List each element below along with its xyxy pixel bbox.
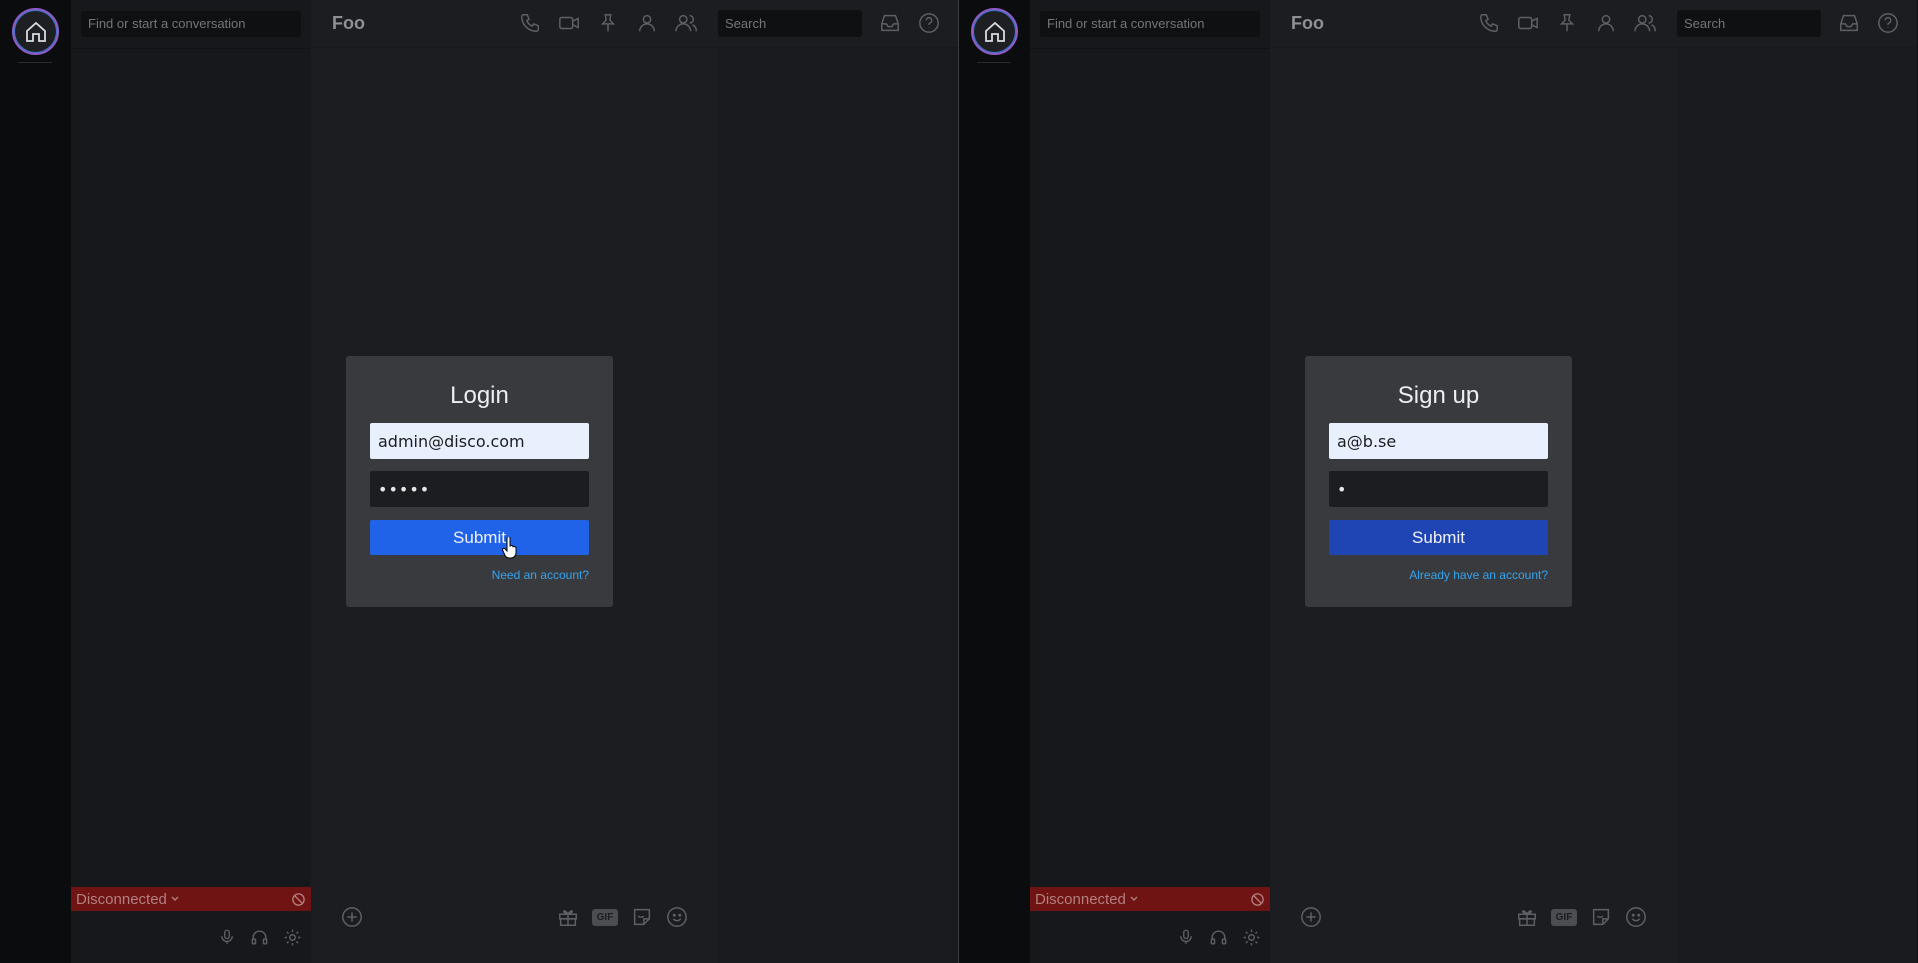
pin-icon[interactable] xyxy=(597,12,619,34)
connection-status-label: Disconnected xyxy=(1035,890,1126,908)
gif-button[interactable]: GIF xyxy=(1551,908,1577,926)
server-rail xyxy=(0,0,71,963)
gift-icon[interactable] xyxy=(1516,906,1538,928)
gear-icon[interactable] xyxy=(1242,928,1261,947)
block-icon[interactable] xyxy=(1250,892,1265,907)
pin-icon[interactable] xyxy=(1556,12,1578,34)
emoji-icon[interactable] xyxy=(666,906,688,928)
headphones-icon[interactable] xyxy=(250,928,269,947)
sidebar-divider xyxy=(71,48,311,49)
inbox-icon[interactable] xyxy=(1838,12,1860,34)
rail-divider xyxy=(18,62,52,63)
email-field[interactable] xyxy=(370,423,589,459)
home-icon xyxy=(25,21,46,42)
video-icon[interactable] xyxy=(558,12,580,34)
header-utility xyxy=(879,12,940,34)
connection-status[interactable]: Disconnected xyxy=(76,891,180,908)
message-composer: GIF xyxy=(331,897,698,937)
home-icon xyxy=(984,21,1005,42)
emoji-icon[interactable] xyxy=(1625,906,1647,928)
users-icon[interactable] xyxy=(675,12,697,34)
user-icon[interactable] xyxy=(636,12,658,34)
sidebar-divider xyxy=(1030,48,1270,49)
right-pane: Disconnected Foo xyxy=(959,0,1917,963)
header-utility xyxy=(1838,12,1899,34)
password-field[interactable] xyxy=(370,471,589,507)
gift-icon[interactable] xyxy=(557,906,579,928)
modal-title: Sign up xyxy=(1397,382,1480,409)
members-panel xyxy=(718,48,958,963)
channel-sidebar xyxy=(71,0,311,963)
submit-button[interactable]: Submit xyxy=(370,520,589,555)
user-controls xyxy=(1030,911,1270,963)
message-search-input[interactable] xyxy=(1677,10,1821,37)
gif-button[interactable]: GIF xyxy=(592,908,618,926)
submit-button[interactable]: Submit xyxy=(1329,520,1548,555)
mic-icon[interactable] xyxy=(1177,928,1195,946)
headphones-icon[interactable] xyxy=(1209,928,1228,947)
have-account-link[interactable]: Already have an account? xyxy=(1409,568,1548,582)
modal-title: Login xyxy=(450,382,509,409)
inbox-icon[interactable] xyxy=(879,12,901,34)
home-button[interactable] xyxy=(12,8,59,55)
gear-icon[interactable] xyxy=(283,928,302,947)
header-actions xyxy=(519,12,697,34)
chevron-down-icon xyxy=(171,896,179,901)
mic-icon[interactable] xyxy=(218,928,236,946)
left-pane: Disconnected Foo xyxy=(0,0,959,963)
message-search-input[interactable] xyxy=(718,10,862,37)
conversation-search-input[interactable] xyxy=(81,11,301,37)
home-button[interactable] xyxy=(971,8,1018,55)
help-icon[interactable] xyxy=(1877,12,1899,34)
sticker-icon[interactable] xyxy=(1590,906,1612,928)
sticker-icon[interactable] xyxy=(631,906,653,928)
connection-status-bar[interactable]: Disconnected xyxy=(1030,887,1270,911)
channel-title: Foo xyxy=(1291,13,1324,33)
rail-divider xyxy=(977,62,1011,63)
password-field[interactable] xyxy=(1329,471,1548,507)
phone-icon[interactable] xyxy=(1478,12,1500,34)
chevron-down-icon xyxy=(1130,896,1138,901)
message-composer: GIF xyxy=(1290,897,1657,937)
channel-title: Foo xyxy=(332,13,365,33)
phone-icon[interactable] xyxy=(519,12,541,34)
block-icon[interactable] xyxy=(291,892,306,907)
need-account-link[interactable]: Need an account? xyxy=(492,568,589,582)
help-icon[interactable] xyxy=(918,12,940,34)
add-icon[interactable] xyxy=(1300,906,1322,928)
hand-cursor-icon xyxy=(502,537,517,559)
connection-status[interactable]: Disconnected xyxy=(1035,891,1139,908)
user-controls xyxy=(71,911,311,963)
signup-modal: Sign up Submit Already have an account? xyxy=(1305,356,1572,607)
connection-status-label: Disconnected xyxy=(76,890,167,908)
conversation-search-input[interactable] xyxy=(1040,11,1260,37)
add-icon[interactable] xyxy=(341,906,363,928)
connection-status-bar[interactable]: Disconnected xyxy=(71,887,311,911)
members-panel xyxy=(1677,48,1917,963)
server-rail xyxy=(959,0,1030,963)
video-icon[interactable] xyxy=(1517,12,1539,34)
channel-sidebar xyxy=(1030,0,1270,963)
user-icon[interactable] xyxy=(1595,12,1617,34)
users-icon[interactable] xyxy=(1634,12,1656,34)
header-actions xyxy=(1478,12,1656,34)
email-field[interactable] xyxy=(1329,423,1548,459)
login-modal: Login Submit Need an account? xyxy=(346,356,613,607)
